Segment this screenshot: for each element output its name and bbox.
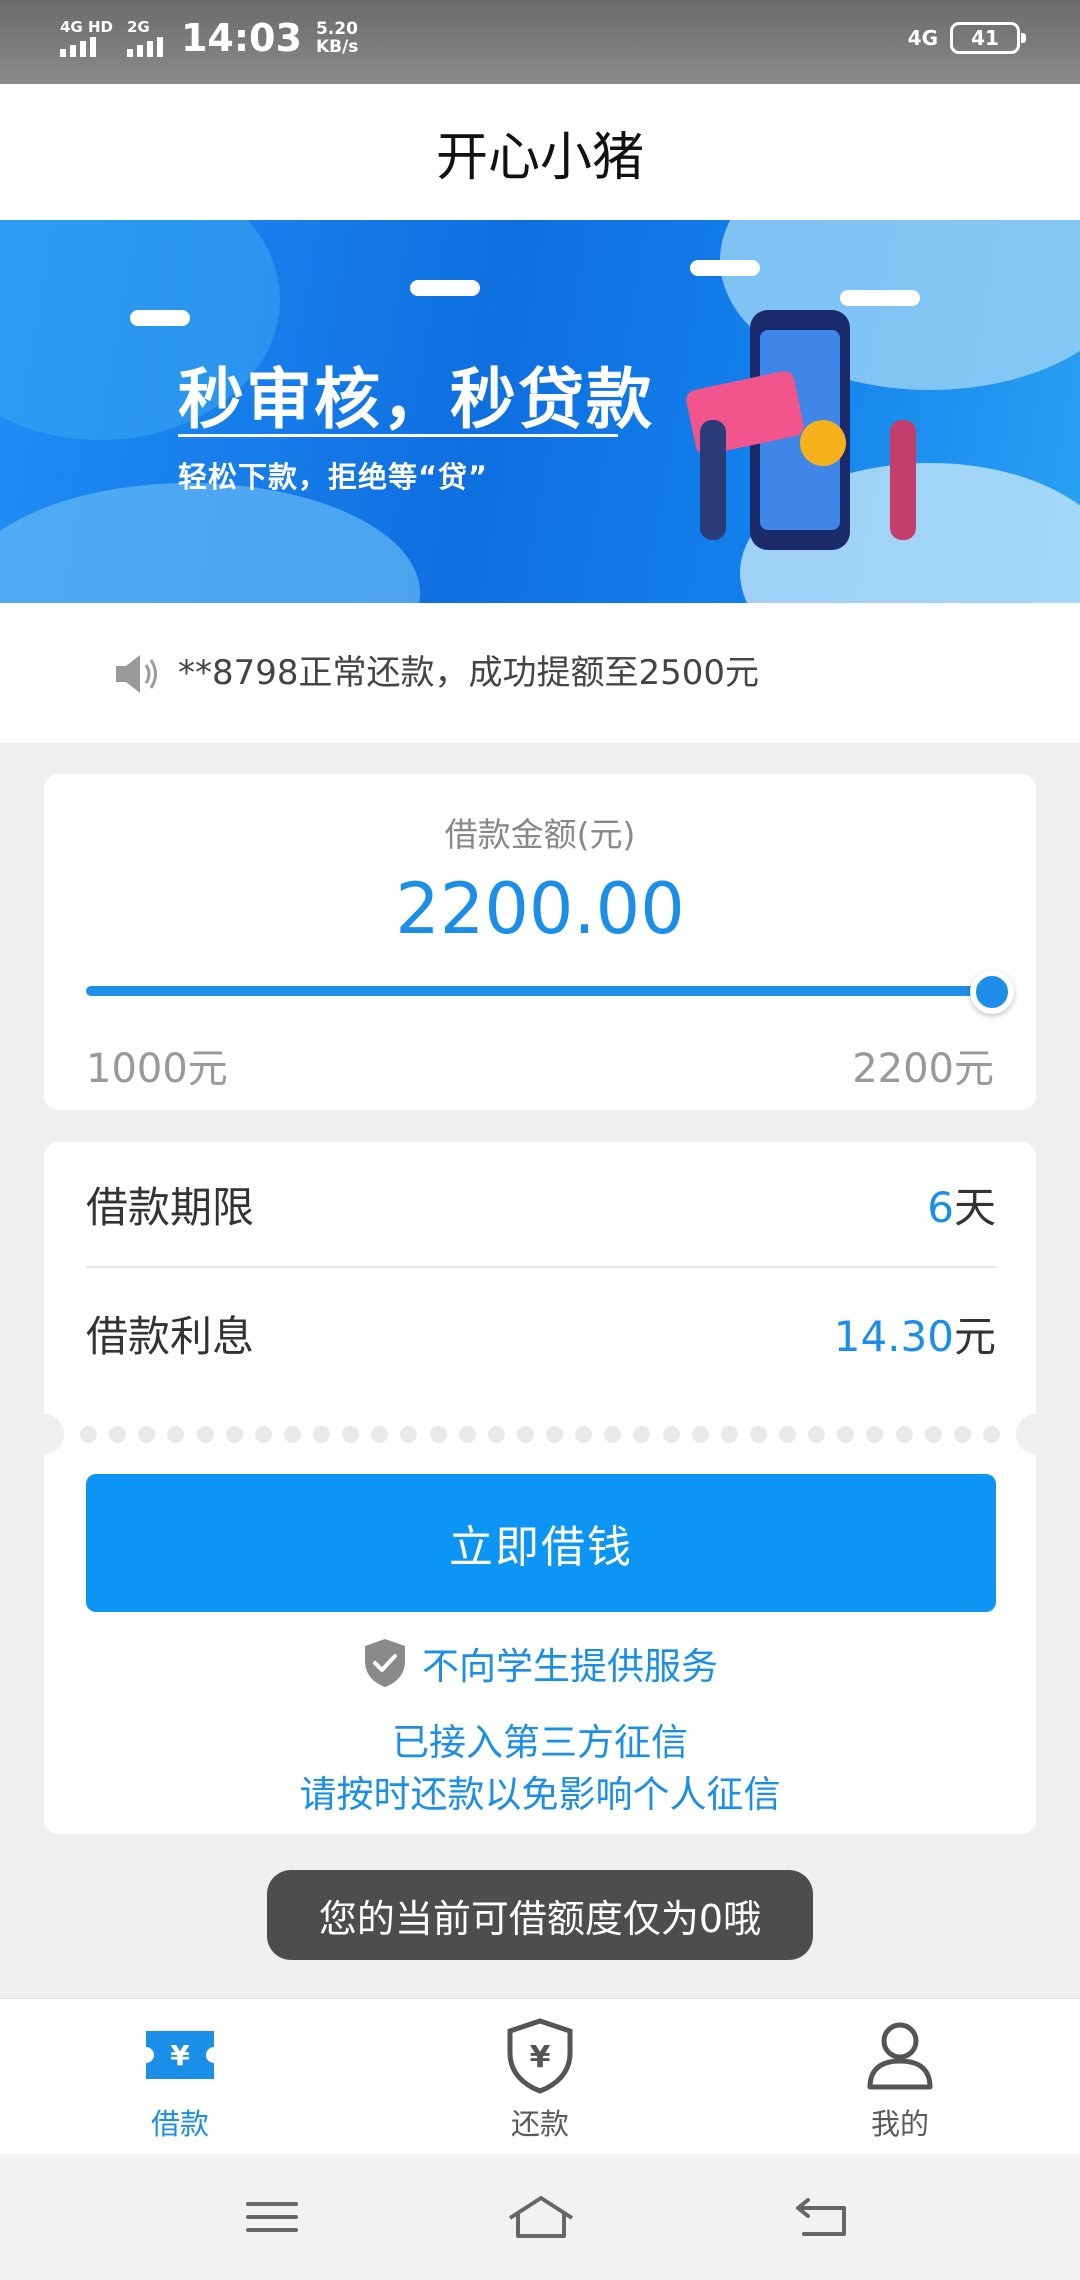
nav-item-repay[interactable]: ¥ 还款 [440,2015,640,2143]
nav-label-loan: 借款 [150,2107,209,2141]
loan-amount-slider-thumb[interactable] [970,970,1014,1014]
perforation-dots [80,1426,1000,1443]
loan-amount-slider-track[interactable] [86,986,996,996]
home-icon[interactable] [506,2192,576,2242]
loan-interest-row: 借款利息 14.30元 [86,1270,996,1396]
net1-label: 4G HD [60,18,113,36]
clock: 14:03 [180,16,302,60]
cloud-icon [410,280,480,296]
loan-amount-label: 借款金额(元) [444,815,636,854]
status-left: 4G HD 2G 14:03 5.20 KB/s [60,16,358,60]
loan-interest-label: 借款利息 [86,1311,255,1361]
nav-label-mine: 我的 [870,2107,929,2141]
loan-ticket-icon: ¥ [146,2031,214,2079]
notice-text: **8798正常还款，成功提额至2500元 [178,653,760,693]
signal-bars-icon [60,37,96,57]
loan-interest-number: 14.30 [833,1311,954,1361]
loan-amount-value: 2200.00 [395,868,685,950]
banner-decor-blob [0,483,420,603]
nav-item-loan[interactable]: ¥ 借款 [80,2015,280,2143]
banner-underline [178,434,618,437]
shield-check-icon [365,1639,405,1687]
back-icon[interactable] [792,2192,852,2242]
speed-value: 5.20 [315,19,358,39]
nav-label-repay: 还款 [510,2107,569,2141]
perforation-notch [1016,1414,1056,1454]
coin-illustration [800,420,846,466]
net2-label: 2G [126,18,150,36]
no-students-notice: 不向学生提供服务 [44,1636,1036,1690]
svg-text:¥: ¥ [170,2039,190,2072]
credit-notice-line1: 已接入第三方征信 [392,1721,688,1764]
page-title: 开心小猪 [435,127,644,188]
slider-max-label: 2200元 [852,1046,994,1092]
ticket-perforation [24,1414,1056,1454]
loan-term-unit: 天 [953,1182,996,1232]
loan-interest-unit: 元 [953,1311,996,1361]
toast-message: 您的当前可借额度仅为0哦 [267,1870,813,1960]
app-header: 开心小猪 [0,84,1080,220]
loan-term-number: 6 [927,1182,954,1232]
signal-2g: 2G [126,18,163,57]
signal-4g-hd: 4G HD [60,19,113,57]
no-students-text: 不向学生提供服务 [422,1645,718,1688]
perforation-notch [24,1414,64,1454]
promo-banner[interactable]: 秒审核，秒贷款 轻松下款，拒绝等“贷” [0,220,1080,603]
loan-amount-card: 借款金额(元) 2200.00 1000元 2200元 [44,774,1036,1110]
svg-text:¥: ¥ [530,2040,551,2075]
loan-term-row[interactable]: 借款期限 6天 [86,1142,996,1268]
signal-bars-icon [126,37,163,57]
system-nav-bar [0,2154,1080,2280]
menu-icon[interactable] [242,2192,302,2242]
loan-term-label: 借款期限 [86,1182,255,1232]
loan-details-card: 借款期限 6天 借款利息 14.30元 立即借钱 不向学生提供服务 已接入第三方… [24,1142,1056,1834]
loan-term-value: 6天 [927,1174,996,1235]
nav-item-mine[interactable]: 我的 [800,2015,1000,2143]
banner-headline: 秒审核，秒贷款 [178,361,654,438]
battery-level: 41 [971,26,999,50]
bottom-nav: ¥ 借款 ¥ 还款 我的 [0,1998,1080,2154]
speaker-icon [116,655,157,693]
man-illustration [700,420,726,540]
person-icon [867,2022,933,2090]
battery-icon: 41 [950,22,1026,54]
banner-subtitle: 轻松下款，拒绝等“贷” [178,460,489,494]
status-right: 4G 41 [907,22,1026,54]
borrow-now-button[interactable]: 立即借钱 [86,1474,996,1612]
cloud-icon [690,260,760,276]
network-type: 4G [907,26,938,50]
status-bar: 4G HD 2G 14:03 5.20 KB/s 4G 41 [0,0,1080,84]
woman-illustration [890,420,916,540]
cloud-icon [130,310,190,326]
network-speed: 5.20 KB/s [316,20,358,56]
speed-unit: KB/s [315,37,359,57]
cloud-icon [840,290,920,306]
slider-min-label: 1000元 [86,1046,228,1092]
repayment-notice: **8798正常还款，成功提额至2500元 [0,603,1080,743]
yen-shield-icon: ¥ [507,2018,573,2094]
loan-interest-value: 14.30元 [834,1303,996,1364]
credit-notice-line2: 请按时还款以免影响个人征信 [299,1773,781,1816]
